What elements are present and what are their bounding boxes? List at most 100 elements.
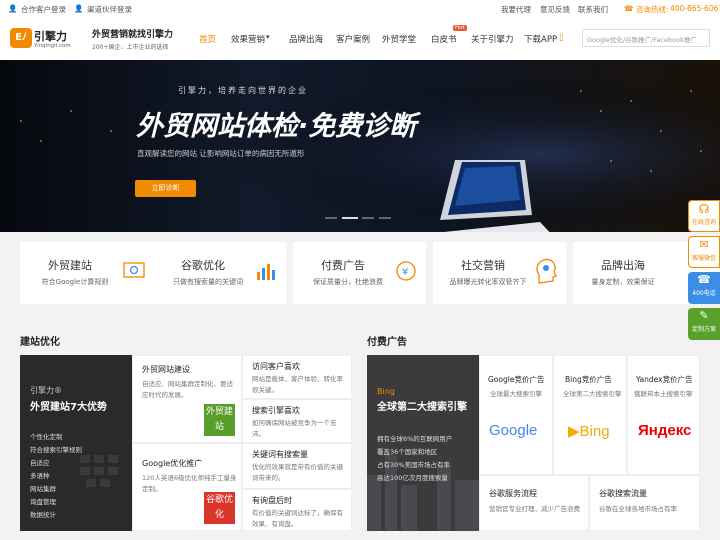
cell-desc: 网站是载体，客户体验、转化率很关键。 xyxy=(252,375,343,394)
bing-stats-list: 拥有全球6%的互联网用户 覆盖36个国家和地区 占有30%美国市场占有率 高达1… xyxy=(377,433,452,485)
cell-desc: 自适应、网站集群定制化、要适应时代的发展。 xyxy=(142,380,233,399)
city-background-image xyxy=(0,60,720,232)
customer-login-link[interactable]: 合作客户登录 xyxy=(21,4,66,15)
hot-badge: Hot xyxy=(453,25,467,31)
partner-login-link[interactable]: 渠道伙伴登录 xyxy=(87,4,132,15)
service-card-ads[interactable]: 付费广告 保证质量分，杜绝浪费 ¥ xyxy=(293,242,426,304)
search-input[interactable]: Google优化/谷歌推广/Facebook推广 xyxy=(582,29,710,47)
cell-title: 外贸网站建设 xyxy=(142,365,190,374)
nav-item-app[interactable]: 下载APP xyxy=(524,33,557,45)
head-profile-icon xyxy=(536,258,557,284)
carousel-dot[interactable] xyxy=(362,217,374,219)
site-cell-inquiries[interactable]: 有询盘后时 有价值的关键词达标了，确保有效果、有询盘。 xyxy=(242,489,352,531)
contact-link[interactable]: 联系我们 xyxy=(578,4,608,15)
google-logo-icon: Google xyxy=(489,422,538,439)
carousel-dot[interactable] xyxy=(325,217,337,219)
tag-icon: 谷歌优化 xyxy=(204,492,235,524)
service-desc: 符合Google计算规则 xyxy=(41,278,109,286)
carousel-dot-active[interactable] xyxy=(342,217,358,219)
bing-headline: 全球第二大搜索引擎 xyxy=(377,402,467,413)
promo-advantage-list: 个性化定制 符合搜索引擎规则 自适应 多语种 网站集群 询盘管理 数据统计 xyxy=(30,431,82,522)
ads-cell-google-process[interactable]: 谷歌服务流程 营销官专业打理，减少广告浪费 xyxy=(479,475,589,531)
list-item: 高达100亿次月度搜索量 xyxy=(377,474,448,482)
hotline-label: 咨询热线: xyxy=(636,5,669,14)
nav-item-marketing[interactable]: 效果营销 xyxy=(231,33,265,45)
bing-logo-text: Bing xyxy=(579,423,610,440)
section-title-ads: 付费广告 xyxy=(367,337,407,348)
cell-desc: 有价值的关键词达标了，确保有效果、有询盘。 xyxy=(252,509,343,528)
list-item: 数据统计 xyxy=(30,511,56,519)
cell-desc: 如何确保网站被竞争为一个充沛。 xyxy=(252,419,337,438)
cell-title: 谷歌搜索流量 xyxy=(599,489,647,498)
hotline-number: 400-865-6067 xyxy=(670,4,720,13)
service-title: 外贸建站 xyxy=(48,259,92,272)
nav-item-cases[interactable]: 客户案例 xyxy=(336,33,370,45)
money-icon: ¥ xyxy=(396,261,416,281)
cell-title: 搜索引擎喜欢 xyxy=(252,406,300,415)
service-card-social[interactable]: 社交营销 品牌曝光转化率双管齐下 xyxy=(433,242,566,304)
site-cell-visitors[interactable]: 访问客户喜欢 网站是载体，客户体验、转化率很关键。 xyxy=(242,355,352,399)
service-title: 品牌出海 xyxy=(601,259,645,272)
list-item: 占有30%美国市场占有率 xyxy=(377,461,450,469)
nav-item-brand[interactable]: 品牌出海 xyxy=(289,33,323,45)
service-title: 付费广告 xyxy=(321,259,365,272)
feedback-link[interactable]: 意见反馈 xyxy=(540,4,570,15)
ads-cell-yandex[interactable]: Yandex竞价广告 俄联邦本土搜索引擎 Яндекс xyxy=(627,355,700,475)
bing-promo-panel[interactable]: Bing 全球第二大搜索引擎 拥有全球6%的互联网用户 覆盖36个国家和地区 占… xyxy=(367,355,479,531)
float-custom-plan[interactable]: ✎ 定制方案 xyxy=(688,308,720,340)
cell-title: Bing竞价广告 xyxy=(565,375,612,384)
nav-item-about[interactable]: 关于引擎力 xyxy=(471,33,514,45)
ads-cell-bing[interactable]: Bing竞价广告 全球第二大搜索引擎 ▶Bing xyxy=(553,355,627,475)
list-item: 符合搜索引擎规则 xyxy=(30,446,82,454)
float-online-chat[interactable]: ☊ 在线咨询 xyxy=(688,200,720,232)
promo-headline: 外贸建站7大优势 xyxy=(30,402,107,413)
list-item: 拥有全球6%的互联网用户 xyxy=(377,435,453,443)
list-item: 覆盖36个国家和地区 xyxy=(377,448,438,456)
cell-title: 访问客户喜欢 xyxy=(252,362,300,371)
float-label: 客服微信 xyxy=(691,255,716,262)
sub-slogan: 200+国企、上市企业的选择 xyxy=(92,44,169,51)
service-title: 社交营销 xyxy=(461,259,505,272)
service-card-seo[interactable]: 谷歌优化 只做有搜索量的关键词 xyxy=(153,242,286,304)
logo-text[interactable]: 引擎力 xyxy=(34,28,67,44)
float-wechat[interactable]: ✉ 客服微信 xyxy=(688,236,720,268)
logo-icon[interactable]: Eﾉ xyxy=(10,28,32,48)
ads-cell-google[interactable]: Google竞价广告 全球最大搜索引擎 Google xyxy=(479,355,553,475)
slogan: 外贸营销就找引擎力 xyxy=(92,30,174,40)
service-desc: 只做有搜索量的关键词 xyxy=(173,278,243,286)
yandex-logo-icon: Яндекс xyxy=(638,422,692,439)
bing-brand-label: Bing xyxy=(377,387,395,396)
partner-icon: 👤 xyxy=(74,4,84,13)
svg-text:¥: ¥ xyxy=(402,267,408,278)
tag-icon: 外贸建站 xyxy=(204,404,235,436)
float-label: 400电话 xyxy=(692,290,716,297)
site-cell-search-engine[interactable]: 搜索引擎喜欢 如何确保网站被竞争为一个充沛。 xyxy=(242,399,352,443)
service-desc: 量身定制，效果保证 xyxy=(591,278,655,286)
bar-chart-icon xyxy=(257,264,275,280)
site-cell-seo[interactable]: Google优化推广 120人英语6级优化师纯手工量身定制。 谷歌优化 xyxy=(132,443,242,531)
carousel-dot[interactable] xyxy=(379,217,391,219)
service-desc: 保证质量分，杜绝浪费 xyxy=(313,278,383,286)
ads-cell-google-traffic[interactable]: 谷歌搜索流量 谷歌在全球各地市场占有率 xyxy=(589,475,700,531)
diagnose-button[interactable]: 立即诊断 xyxy=(135,180,196,197)
promo-brand: 引擎力® xyxy=(30,386,62,395)
site-cell-keywords[interactable]: 关键词有搜索量 优化的效果就是带有价值的关键词带来的。 xyxy=(242,443,352,489)
logo-domain: Yinqingli.com xyxy=(34,43,71,49)
site-promo-panel[interactable]: 引擎力® 外贸建站7大优势 个性化定制 符合搜索引擎规则 自适应 多语种 网站集… xyxy=(20,355,132,531)
nav-item-school[interactable]: 外贸学堂 xyxy=(382,33,416,45)
top-utility-bar: 👤 合作客户登录 👤 渠道伙伴登录 我要代理 意见反馈 联系我们 ☎ 咨询热线:… xyxy=(0,0,720,18)
banner-tagline: 引擎力，培养走向世界的企业 xyxy=(178,86,308,95)
service-card-website[interactable]: 外贸建站 符合Google计算规则 xyxy=(20,242,153,304)
user-icon: 👤 xyxy=(8,4,18,13)
nav-item-whitepaper[interactable]: 白皮书 xyxy=(431,33,457,45)
site-cell-website[interactable]: 外贸网站建设 自适应、网站集群定制化、要适应时代的发展。 外贸建站 xyxy=(132,355,242,443)
become-agent-link[interactable]: 我要代理 xyxy=(501,4,531,15)
cell-title: Google竞价广告 xyxy=(488,375,545,384)
cell-desc: 全球最大搜索引擎 xyxy=(490,390,542,398)
chevron-down-icon: ▾ xyxy=(266,33,270,41)
service-cards: 外贸建站 符合Google计算规则 谷歌优化 只做有搜索量的关键词 付费广告 保… xyxy=(0,232,720,322)
bing-logo-icon: ▶Bing xyxy=(568,423,610,440)
float-400-phone[interactable]: ☎ 400电话 xyxy=(688,272,720,304)
hero-banner: 引擎力，培养走向世界的企业 外贸网站体检·免费诊断 直观解读您的网站 让影响网站… xyxy=(0,60,720,232)
nav-item-home[interactable]: 首页 xyxy=(199,33,216,45)
